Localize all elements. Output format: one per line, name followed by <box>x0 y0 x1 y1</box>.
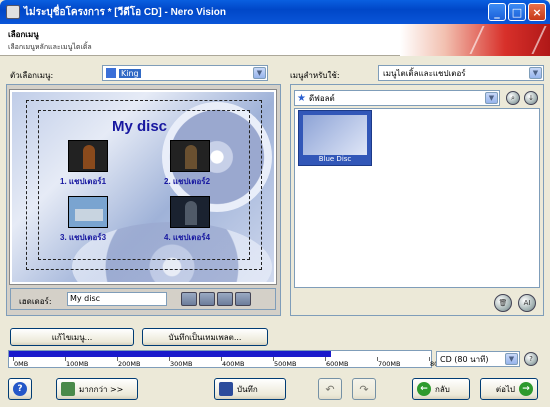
disc-title[interactable]: My disc <box>112 118 167 135</box>
help-small-icon[interactable]: ? <box>524 352 538 366</box>
header-banner-art <box>400 24 550 56</box>
category-value: ดีฟอลต์ <box>308 93 335 103</box>
window-title: ไม่ระบุชื่อโครงการ * [วีดีโอ CD] - Nero … <box>24 6 226 18</box>
size-tick-label: 700MB <box>378 360 401 368</box>
properties-icon[interactable] <box>235 292 251 306</box>
redo-button[interactable]: ↷ <box>352 378 376 400</box>
app-icon <box>6 5 20 19</box>
size-tick-label: 600MB <box>326 360 349 368</box>
size-tick-label: 300MB <box>170 360 193 368</box>
menu-option-combo[interactable]: King ▼ <box>102 65 268 81</box>
chapter-label-1[interactable]: 1. แชปเตอร์1 <box>60 175 106 188</box>
back-button-label: กลับ <box>435 384 450 394</box>
chapter-thumbnail-2[interactable] <box>170 140 210 172</box>
edit-menu-button[interactable]: แก้ไขเมนู... <box>10 328 134 346</box>
template-tile[interactable]: Blue Disc <box>298 110 372 166</box>
size-tick-label: 100MB <box>66 360 89 368</box>
more-button-label: มากกว่า >> <box>79 384 124 394</box>
ai-template-icon[interactable]: AI <box>518 294 536 312</box>
chevron-down-icon[interactable]: ▼ <box>529 67 542 79</box>
chevron-down-icon[interactable]: ▼ <box>253 67 266 79</box>
add-text-icon[interactable] <box>217 292 233 306</box>
page-header: เลือกเมนู เลือกเมนูหลักและเมนูไตเติ้ล <box>0 24 550 56</box>
size-tick-label: 500MB <box>274 360 297 368</box>
disc-type-value: CD (80 นาที) <box>440 354 489 364</box>
size-tick-label: 0MB <box>14 360 29 368</box>
size-tick-label: 400MB <box>222 360 245 368</box>
back-button[interactable]: ← กลับ <box>412 378 470 400</box>
more-button[interactable]: มากกว่า >> <box>56 378 138 400</box>
save-button-label: บันทึก <box>237 384 258 394</box>
chapter-label-2[interactable]: 2. แชปเตอร์2 <box>164 175 210 188</box>
delete-template-icon[interactable]: 🗑 <box>494 294 512 312</box>
menu-for-label: เมนูสำหรับใช้: <box>290 71 340 80</box>
header-field-label: เฮดเดอร์: <box>19 297 52 306</box>
save-template-button[interactable]: บันทึกเป็นเทมเพลต... <box>142 328 268 346</box>
undo-icon: ↶ <box>325 382 335 396</box>
star-icon: ★ <box>297 92 306 104</box>
header-edit-bar: เฮดเดอร์: My disc <box>10 288 276 310</box>
undo-button[interactable]: ↶ <box>318 378 342 400</box>
help-icon: ? <box>13 382 27 396</box>
size-tick-label: 200MB <box>118 360 141 368</box>
search-icon[interactable]: ⌕ <box>506 91 520 105</box>
menu-for-value: เมนูไตเติ้ลและแชปเตอร์ <box>383 68 466 78</box>
arrow-left-icon: ← <box>417 382 431 396</box>
page-title: เลือกเมนู <box>8 30 39 39</box>
chevron-down-icon[interactable]: ▼ <box>485 92 498 104</box>
template-icon <box>106 68 116 78</box>
chapter-label-4[interactable]: 4. แชปเตอร์4 <box>164 231 210 244</box>
minimize-button[interactable]: _ <box>488 3 506 21</box>
disc-type-combo[interactable]: CD (80 นาที) ▼ <box>436 351 520 367</box>
preview-icon <box>61 382 75 396</box>
redo-icon: ↷ <box>359 382 369 396</box>
chapter-thumbnail-3[interactable] <box>68 196 108 228</box>
chevron-down-icon[interactable]: ▼ <box>505 353 518 365</box>
floppy-disk-icon <box>219 382 233 396</box>
chapter-label-3[interactable]: 3. แชปเตอร์3 <box>60 231 106 244</box>
size-fill <box>9 351 332 357</box>
template-name: Blue Disc <box>318 155 352 163</box>
help-button[interactable]: ? <box>8 378 32 400</box>
close-button[interactable]: × <box>528 3 546 21</box>
next-button-label: ต่อไป <box>495 384 515 394</box>
menu-preview[interactable]: My disc 1. แชปเตอร์1 2. แชปเตอร์2 3. แชป… <box>9 89 277 285</box>
download-icon[interactable]: ↓ <box>524 91 538 105</box>
title-bar: ไม่ระบุชื่อโครงการ * [วีดีโอ CD] - Nero … <box>0 0 550 24</box>
next-button[interactable]: ต่อไป → <box>480 378 538 400</box>
header-text-input[interactable]: My disc <box>67 292 167 306</box>
remove-button-icon[interactable] <box>199 292 215 306</box>
arrow-right-icon: → <box>519 382 533 396</box>
disc-size-bar: 0MB100MB200MB300MB400MB500MB600MB700MB80… <box>8 350 452 368</box>
chapter-thumbnail-1[interactable] <box>68 140 108 172</box>
add-button-icon[interactable] <box>181 292 197 306</box>
menu-option-label: ตัวเลือกเมนู: <box>10 71 54 80</box>
template-thumbnail <box>303 115 367 155</box>
category-combo[interactable]: ★ ดีฟอลต์ ▼ <box>294 90 500 106</box>
save-button[interactable]: บันทึก <box>214 378 286 400</box>
menu-for-combo[interactable]: เมนูไตเติ้ลและแชปเตอร์ ▼ <box>378 65 544 81</box>
chapter-thumbnail-4[interactable] <box>170 196 210 228</box>
menu-option-value: King <box>119 68 141 78</box>
maximize-button[interactable]: □ <box>508 3 526 21</box>
page-subtitle: เลือกเมนูหลักและเมนูไตเติ้ล <box>8 43 92 51</box>
